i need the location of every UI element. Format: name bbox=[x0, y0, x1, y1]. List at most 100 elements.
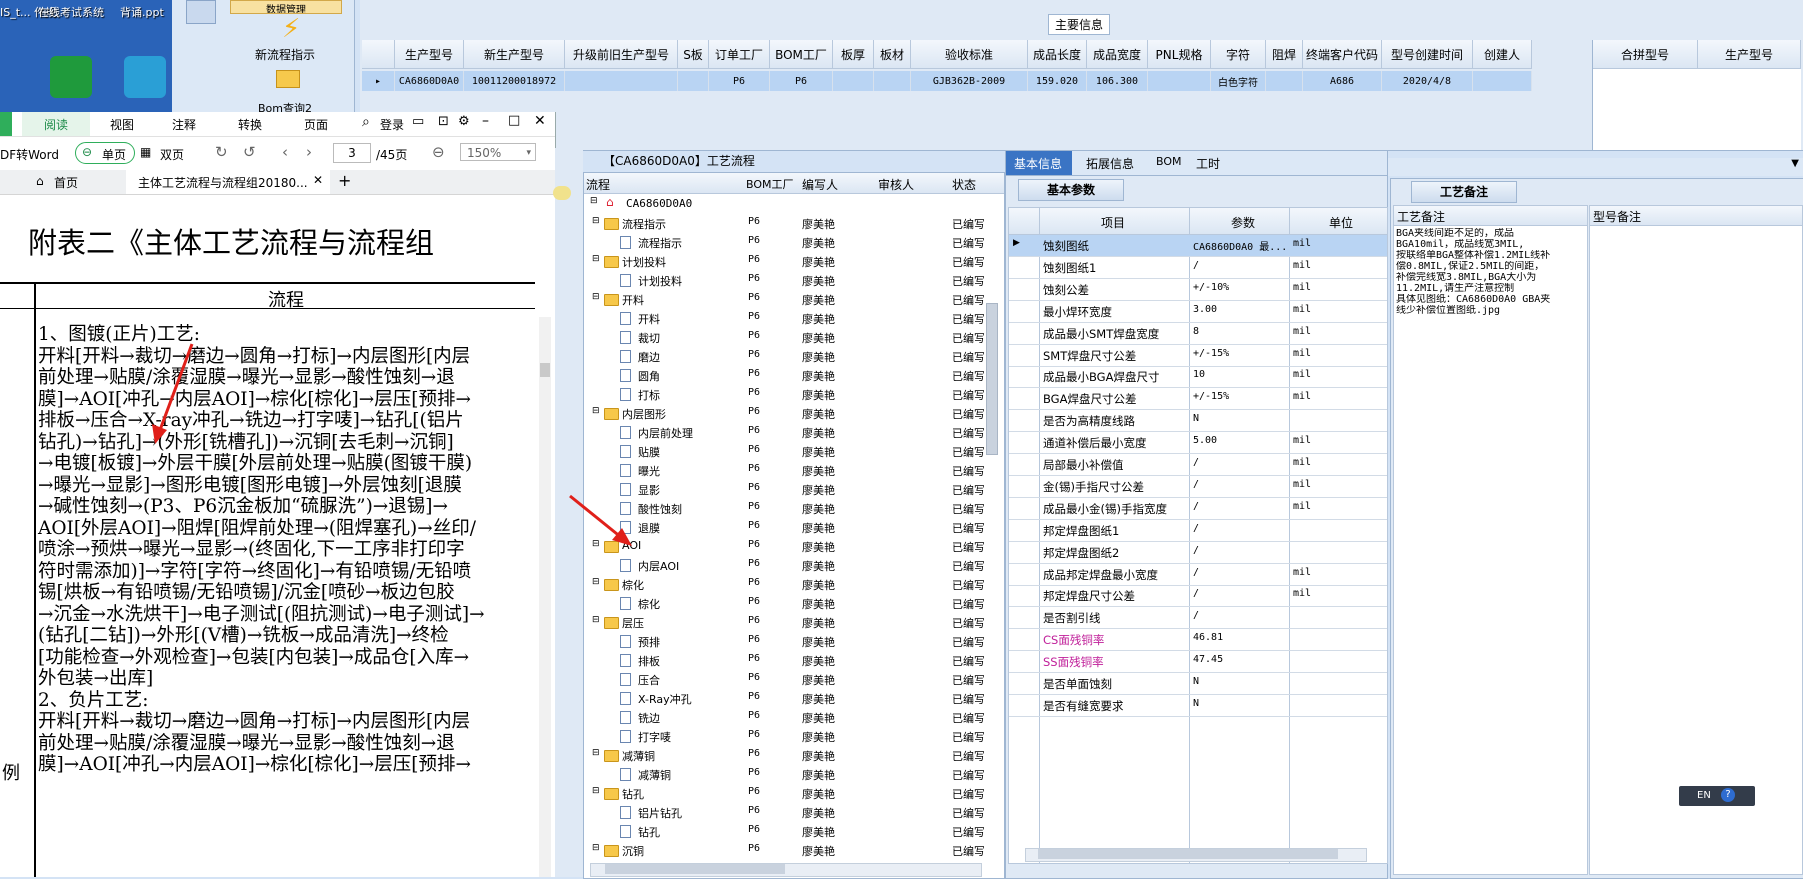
main-column-header[interactable]: 板材 bbox=[874, 40, 911, 69]
tree-hscrollbar[interactable] bbox=[590, 863, 982, 877]
tree-row[interactable]: 开料 P6 廖美艳 已编写 bbox=[584, 309, 984, 328]
param-value[interactable]: N bbox=[1193, 676, 1199, 687]
tree-row[interactable]: ⊟ 开料 P6 廖美艳 已编写 bbox=[584, 290, 984, 309]
desktop-icon-label[interactable]: 背诵.ppt bbox=[120, 4, 164, 20]
main-cell[interactable]: P6 bbox=[770, 71, 833, 91]
main-cell[interactable]: 10011200018972 bbox=[464, 71, 565, 91]
param-row[interactable]: CS面残铜率 46.81 bbox=[1009, 629, 1387, 652]
main-column-header[interactable]: 生产型号 bbox=[395, 40, 464, 69]
param-value[interactable]: +/-15% bbox=[1193, 348, 1229, 359]
main-cell[interactable] bbox=[565, 71, 678, 91]
param-value[interactable]: +/-15% bbox=[1193, 391, 1229, 402]
params-hscroll-thumb[interactable] bbox=[1038, 849, 1338, 859]
collapse-icon[interactable]: ⊟ bbox=[592, 254, 600, 264]
param-row[interactable]: BGA焊盘尺寸公差 +/-15% mil bbox=[1009, 388, 1387, 411]
main-cell[interactable]: 159.020 bbox=[1028, 71, 1087, 91]
collapse-icon[interactable]: ⊟ bbox=[592, 292, 600, 302]
tree-row[interactable]: ⊟ 内层图形 P6 廖美艳 已编写 bbox=[584, 404, 984, 423]
tree-row[interactable]: 压合 P6 廖美艳 已编写 bbox=[584, 670, 984, 689]
main-cell[interactable]: 106.300 bbox=[1087, 71, 1148, 91]
param-value[interactable]: / bbox=[1193, 610, 1199, 621]
param-row[interactable]: 最小焊环宽度 3.00 mil bbox=[1009, 301, 1387, 323]
tree-row[interactable]: 排板 P6 廖美艳 已编写 bbox=[584, 651, 984, 670]
process-remark-box[interactable]: 工艺备注 BGA夹线间距不足的，成品 BGA10mil，成品线宽3MIL, 按联络单… bbox=[1393, 205, 1588, 875]
tree-row[interactable]: ⊟ 沉铜 P6 廖美艳 已编写 bbox=[584, 841, 984, 860]
param-row[interactable]: 成品最小BGA焊盘尺寸 10 mil bbox=[1009, 366, 1387, 389]
tab-process-remark[interactable]: 工艺备注 bbox=[1411, 181, 1517, 203]
tree-row[interactable]: 减薄铜 P6 廖美艳 已编写 bbox=[584, 765, 984, 784]
collapse-pill[interactable] bbox=[553, 186, 571, 200]
main-column-header[interactable]: S板 bbox=[678, 40, 709, 69]
app-shortcut-icon[interactable] bbox=[124, 56, 166, 98]
tree-row[interactable]: 计划投料 P6 廖美艳 已编写 bbox=[584, 271, 984, 290]
param-row[interactable]: ▶ 蚀刻图纸 CA6860D0A0 最... mil bbox=[1009, 235, 1387, 257]
tree-row[interactable]: 流程指示 P6 廖美艳 已编写 bbox=[584, 233, 984, 252]
param-row[interactable]: 成品最小SMT焊盘宽度 8 mil bbox=[1009, 323, 1387, 345]
tree-row[interactable]: 打字唛 P6 廖美艳 已编写 bbox=[584, 727, 984, 746]
main-cell[interactable] bbox=[874, 71, 911, 91]
param-row[interactable]: 邦定焊盘图纸1 / bbox=[1009, 520, 1387, 542]
param-row[interactable]: 局部最小补偿值 / mil bbox=[1009, 454, 1387, 476]
main-column-header[interactable]: 阻焊 bbox=[1266, 40, 1303, 69]
collapse-icon[interactable]: ⊟ bbox=[592, 577, 600, 587]
param-value[interactable]: 5.00 bbox=[1193, 435, 1217, 446]
tree-row[interactable]: X-Ray冲孔 P6 廖美艳 已编写 bbox=[584, 689, 984, 708]
tree-row[interactable]: 内层前处理 P6 廖美艳 已编写 bbox=[584, 423, 984, 442]
collapse-icon[interactable]: ⊟ bbox=[592, 843, 600, 853]
tree-row[interactable]: 钻孔 P6 廖美艳 已编写 bbox=[584, 822, 984, 841]
tab-extended-info[interactable]: 拓展信息 bbox=[1086, 155, 1134, 172]
tree-row[interactable]: 贴膜 P6 廖美艳 已编写 bbox=[584, 442, 984, 461]
main-cell[interactable] bbox=[1473, 71, 1532, 91]
main-cell[interactable] bbox=[678, 71, 709, 91]
param-row[interactable]: 是否有缝宽要求 N bbox=[1009, 695, 1387, 717]
tree-row[interactable]: ⊟ AOI P6 廖美艳 已编写 bbox=[584, 537, 984, 556]
tree-row[interactable]: 曝光 P6 廖美艳 已编写 bbox=[584, 461, 984, 480]
main-column-header[interactable]: 创建人 bbox=[1473, 40, 1532, 69]
desktop-icon-label[interactable]: 在线考试系统 bbox=[38, 4, 104, 20]
param-row[interactable]: 蚀刻图纸1 / mil bbox=[1009, 257, 1387, 279]
tree-row[interactable]: ⊟ 流程指示 P6 廖美艳 已编写 bbox=[584, 214, 984, 233]
param-value[interactable]: CA6860D0A0 最... bbox=[1193, 238, 1287, 253]
chevron-down-icon[interactable]: ▼ bbox=[1791, 158, 1799, 169]
main-column-header[interactable]: 型号创建时间 bbox=[1382, 40, 1473, 69]
param-value[interactable]: N bbox=[1193, 413, 1199, 424]
collapse-icon[interactable]: ⊟ bbox=[592, 615, 600, 625]
main-cell[interactable] bbox=[833, 71, 874, 91]
sub-tab-basic-params[interactable]: 基本参数 bbox=[1018, 179, 1124, 201]
main-column-header[interactable]: 升级前旧生产型号 bbox=[565, 40, 678, 69]
param-row[interactable]: 是否为高精度线路 N bbox=[1009, 410, 1387, 433]
collapse-icon[interactable]: ⊟ bbox=[592, 216, 600, 226]
main-grid-row[interactable]: ▸ CA6860D0A0 10011200018972 P6 P6 GJB362B-200… bbox=[362, 71, 1532, 91]
param-row[interactable]: 蚀刻公差 +/-10% mil bbox=[1009, 279, 1387, 301]
param-value[interactable]: 46.81 bbox=[1193, 632, 1223, 643]
main-cell[interactable] bbox=[1148, 71, 1211, 91]
tree-row[interactable]: ⊟ 计划投料 P6 廖美艳 已编写 bbox=[584, 252, 984, 271]
main-column-header[interactable]: 验收标准 bbox=[911, 40, 1028, 69]
main-column-header[interactable]: 新生产型号 bbox=[464, 40, 565, 69]
param-value[interactable]: / bbox=[1193, 588, 1199, 599]
main-column-header[interactable]: 终端客户代码 bbox=[1303, 40, 1382, 69]
param-value[interactable]: / bbox=[1193, 501, 1199, 512]
main-column-header[interactable]: PNL规格 bbox=[1148, 40, 1211, 69]
param-row[interactable]: 成品最小金(锡)手指宽度 / mil bbox=[1009, 498, 1387, 520]
param-row[interactable]: SS面残铜率 47.45 bbox=[1009, 651, 1387, 674]
main-cell[interactable]: P6 bbox=[709, 71, 770, 91]
tree-row[interactable]: 内层AOI P6 廖美艳 已编写 bbox=[584, 556, 984, 575]
tree-scroll-thumb[interactable] bbox=[986, 303, 998, 455]
main-column-header[interactable]: 字符 bbox=[1211, 40, 1266, 69]
tree-row[interactable]: ⊟ 棕化 P6 廖美艳 已编写 bbox=[584, 575, 984, 594]
collapse-icon[interactable]: ⊟ bbox=[592, 786, 600, 796]
param-value[interactable]: / bbox=[1193, 523, 1199, 534]
param-row[interactable]: 通道补偿后最小宽度 5.00 mil bbox=[1009, 432, 1387, 455]
tree-row[interactable]: 铣边 P6 廖美艳 已编写 bbox=[584, 708, 984, 727]
tree-hscroll-thumb[interactable] bbox=[605, 864, 785, 874]
tree-row[interactable]: ⊟ 钻孔 P6 廖美艳 已编写 bbox=[584, 784, 984, 803]
main-cell[interactable]: GJB362B-2009 bbox=[911, 71, 1028, 91]
nav-icon[interactable] bbox=[186, 0, 216, 24]
params-hscrollbar[interactable] bbox=[1025, 848, 1367, 862]
collapse-icon[interactable]: ⊟ bbox=[592, 748, 600, 758]
tab-bom[interactable]: BOM bbox=[1156, 155, 1182, 168]
tree-row[interactable]: 棕化 P6 廖美艳 已编写 bbox=[584, 594, 984, 613]
param-row[interactable]: 是否割引线 / bbox=[1009, 607, 1387, 630]
main-column-header[interactable]: 成品宽度 bbox=[1087, 40, 1148, 69]
